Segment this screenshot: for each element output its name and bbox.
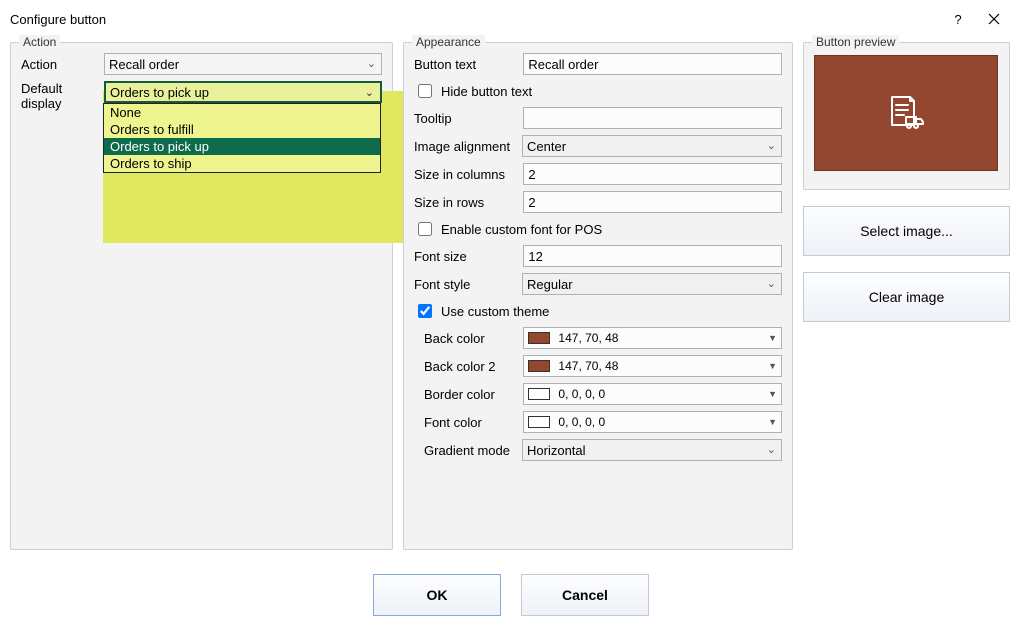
button-preview-group: Button preview — [803, 42, 1010, 190]
button-text-label: Button text — [414, 57, 523, 72]
font-size-input[interactable] — [523, 245, 782, 267]
size-rows-label: Size in rows — [414, 195, 523, 210]
hide-button-text-checkbox[interactable] — [418, 84, 432, 98]
help-button[interactable]: ? — [940, 8, 976, 30]
preview-legend: Button preview — [812, 35, 899, 49]
chevron-down-icon: ▼ — [768, 417, 777, 427]
recall-order-icon — [886, 95, 926, 131]
border-color-label: Border color — [424, 387, 523, 402]
button-text-input[interactable] — [523, 53, 782, 75]
chevron-down-icon: ▼ — [768, 333, 777, 343]
gradient-mode-label: Gradient mode — [424, 443, 522, 458]
back-color-picker[interactable]: 147, 70, 48 ▼ — [523, 327, 782, 349]
image-alignment-label: Image alignment — [414, 139, 522, 154]
use-custom-theme-checkbox[interactable] — [418, 304, 432, 318]
default-display-label: Default display — [21, 81, 104, 111]
use-custom-theme-label: Use custom theme — [441, 304, 549, 319]
option-fulfill[interactable]: Orders to fulfill — [104, 121, 380, 138]
default-display-select[interactable]: Orders to pick up ⌄ — [104, 81, 382, 103]
size-cols-label: Size in columns — [414, 167, 523, 182]
default-display-dropdown: None Orders to fulfill Orders to pick up… — [103, 103, 381, 173]
window-title: Configure button — [10, 12, 940, 27]
action-select[interactable]: Recall order — [104, 53, 382, 75]
size-cols-input[interactable] — [523, 163, 782, 185]
color-swatch — [528, 416, 550, 428]
back-color-label: Back color — [424, 331, 523, 346]
appearance-legend: Appearance — [412, 35, 485, 49]
image-alignment-select[interactable]: Center — [522, 135, 782, 157]
font-size-label: Font size — [414, 249, 523, 264]
tooltip-label: Tooltip — [414, 111, 523, 126]
font-color-picker[interactable]: 0, 0, 0, 0 ▼ — [523, 411, 782, 433]
color-swatch — [528, 360, 550, 372]
enable-custom-font-checkbox[interactable] — [418, 222, 432, 236]
font-color-label: Font color — [424, 415, 523, 430]
back-color2-label: Back color 2 — [424, 359, 523, 374]
action-group: Action Action Recall order ⌄ Default dis… — [10, 42, 393, 550]
chevron-down-icon: ⌄ — [365, 86, 374, 99]
enable-custom-font-label: Enable custom font for POS — [441, 222, 602, 237]
hide-button-text-label: Hide button text — [441, 84, 532, 99]
action-legend: Action — [19, 35, 60, 49]
font-style-label: Font style — [414, 277, 522, 292]
action-label: Action — [21, 57, 104, 72]
size-rows-input[interactable] — [523, 191, 782, 213]
close-button[interactable] — [976, 8, 1012, 30]
option-none[interactable]: None — [104, 104, 380, 121]
color-swatch — [528, 332, 550, 344]
back-color2-picker[interactable]: 147, 70, 48 ▼ — [523, 355, 782, 377]
border-color-value: 0, 0, 0, 0 — [558, 387, 768, 401]
ok-button[interactable]: OK — [373, 574, 501, 616]
option-pickup[interactable]: Orders to pick up — [104, 138, 380, 155]
font-color-value: 0, 0, 0, 0 — [558, 415, 768, 429]
clear-image-button[interactable]: Clear image — [803, 272, 1010, 322]
back-color2-value: 147, 70, 48 — [558, 359, 768, 373]
gradient-mode-select[interactable]: Horizontal — [522, 439, 782, 461]
tooltip-input[interactable] — [523, 107, 782, 129]
chevron-down-icon: ▼ — [768, 361, 777, 371]
font-style-select[interactable]: Regular — [522, 273, 782, 295]
select-image-button[interactable]: Select image... — [803, 206, 1010, 256]
back-color-value: 147, 70, 48 — [558, 331, 768, 345]
border-color-picker[interactable]: 0, 0, 0, 0 ▼ — [523, 383, 782, 405]
cancel-button[interactable]: Cancel — [521, 574, 649, 616]
preview-button — [814, 55, 998, 171]
color-swatch — [528, 388, 550, 400]
default-display-value: Orders to pick up — [110, 85, 209, 100]
option-ship[interactable]: Orders to ship — [104, 155, 380, 172]
appearance-group: Appearance Button text Hide button text … — [403, 42, 793, 550]
chevron-down-icon: ▼ — [768, 389, 777, 399]
